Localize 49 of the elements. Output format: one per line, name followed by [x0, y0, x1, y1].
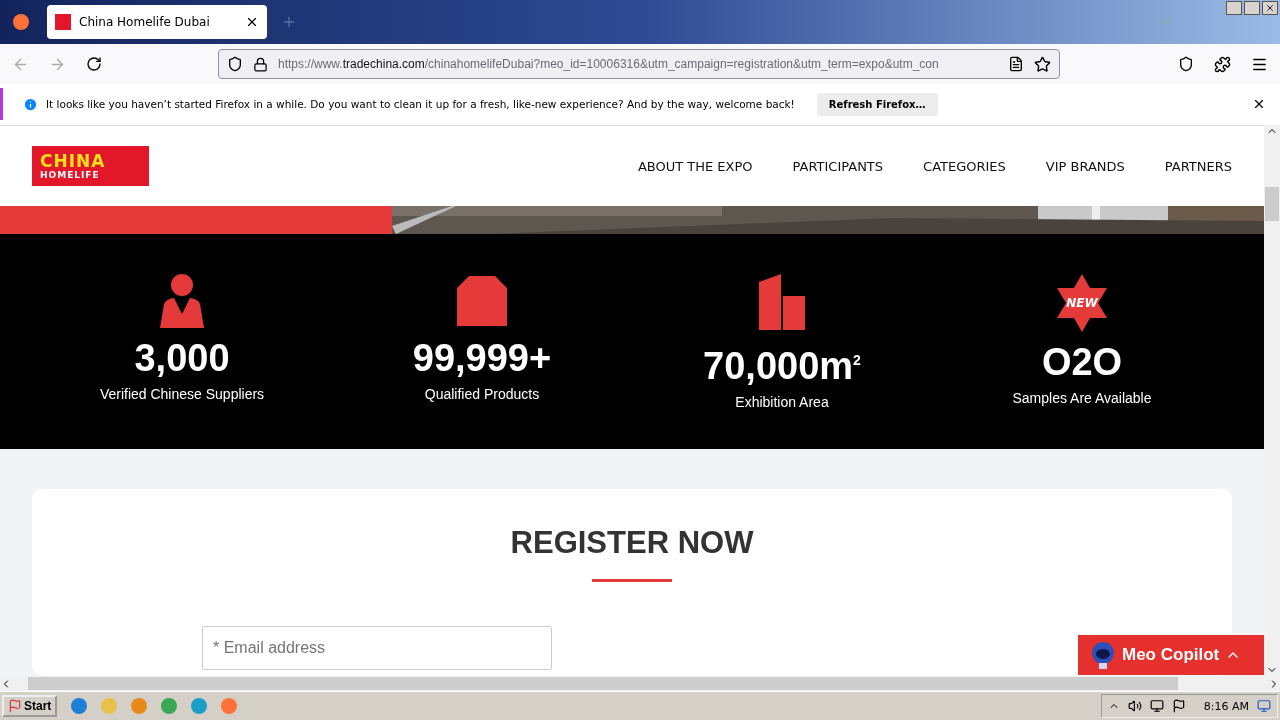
volume-icon[interactable]: [1127, 699, 1142, 713]
stat-value: 70,000m$^{2}$: [703, 343, 861, 388]
stat-label: Qualified Products: [424, 386, 540, 402]
browser-tab[interactable]: China Homelife Dubai: [47, 5, 267, 39]
stat-label: Samples Are Available: [1012, 390, 1152, 406]
nav-link[interactable]: PARTNERS: [1164, 158, 1232, 174]
flag-icon[interactable]: [1171, 699, 1186, 713]
close-icon: [1265, 3, 1275, 13]
scrollbar-thumb[interactable]: [1265, 187, 1279, 221]
new-tab-icon[interactable]: [281, 14, 297, 30]
nav-link[interactable]: VIP BRANDS: [1045, 158, 1125, 174]
robot-icon: [1090, 641, 1116, 669]
address-bar[interactable]: https://www.tradechina.com/chinahomelifeDubai?meo_id=10006316&utm_campaign=registration&utm_term=expo&utm_con: [218, 49, 1060, 79]
reload-icon[interactable]: [86, 56, 102, 72]
nav-link[interactable]: CATEGORIES: [923, 158, 1006, 174]
logo[interactable]: CHINA HOMELIFE: [32, 146, 149, 186]
close-window-button[interactable]: [1262, 1, 1278, 15]
show-desktop-icon[interactable]: [1257, 699, 1271, 713]
stat-value: 99,999+: [412, 336, 552, 380]
extensions-icon[interactable]: [1214, 55, 1231, 73]
start-button[interactable]: Start: [2, 695, 58, 717]
businessman-icon: [158, 274, 206, 328]
close-icon[interactable]: [1252, 97, 1266, 111]
copilot-button[interactable]: Meo Copilot: [1078, 635, 1264, 675]
info-icon: [23, 96, 38, 112]
reader-view-icon[interactable]: [1008, 56, 1024, 72]
clock: 8:16 AM: [1203, 699, 1249, 713]
lock-icon[interactable]: [253, 56, 268, 72]
notification-message: It looks like you haven’t started Firefox in a while. Do you want to clean it up for a fresh, like-new experience? And by the way, welcome back!: [46, 98, 795, 110]
shield-icon[interactable]: [227, 56, 243, 72]
close-tab-icon[interactable]: [245, 15, 259, 29]
tab-title: China Homelife Dubai: [79, 15, 211, 29]
bookmark-star-icon[interactable]: [1034, 55, 1051, 73]
refresh-firefox-button[interactable]: Refresh Firefox…: [816, 92, 938, 116]
minimize-button[interactable]: [1226, 1, 1242, 15]
stat-label: Verified Chinese Suppliers: [99, 386, 265, 402]
email-field[interactable]: * Email address: [202, 626, 552, 670]
stat-label: Exhibition Area: [735, 393, 829, 410]
nav-link[interactable]: ABOUT THE EXPO: [637, 158, 753, 174]
nav-link[interactable]: PARTICIPANTS: [792, 158, 884, 174]
scrollbar-thumb[interactable]: [28, 677, 1178, 690]
url-text: https://www.tradechina.com/chinahomelifeDubai?meo_id=10006316&utm_campaign=registration&utm_term=expo&utm_con: [278, 57, 940, 71]
stat-value: 3,000: [134, 336, 230, 380]
stat-value: O2O: [1041, 340, 1123, 384]
new-badge-icon: NEW: [1055, 274, 1109, 332]
site-favicon-icon: [55, 14, 71, 30]
windows-flag-icon: [8, 699, 22, 713]
register-title: REGISTER NOW: [510, 525, 754, 561]
restore-button[interactable]: [1244, 1, 1260, 15]
